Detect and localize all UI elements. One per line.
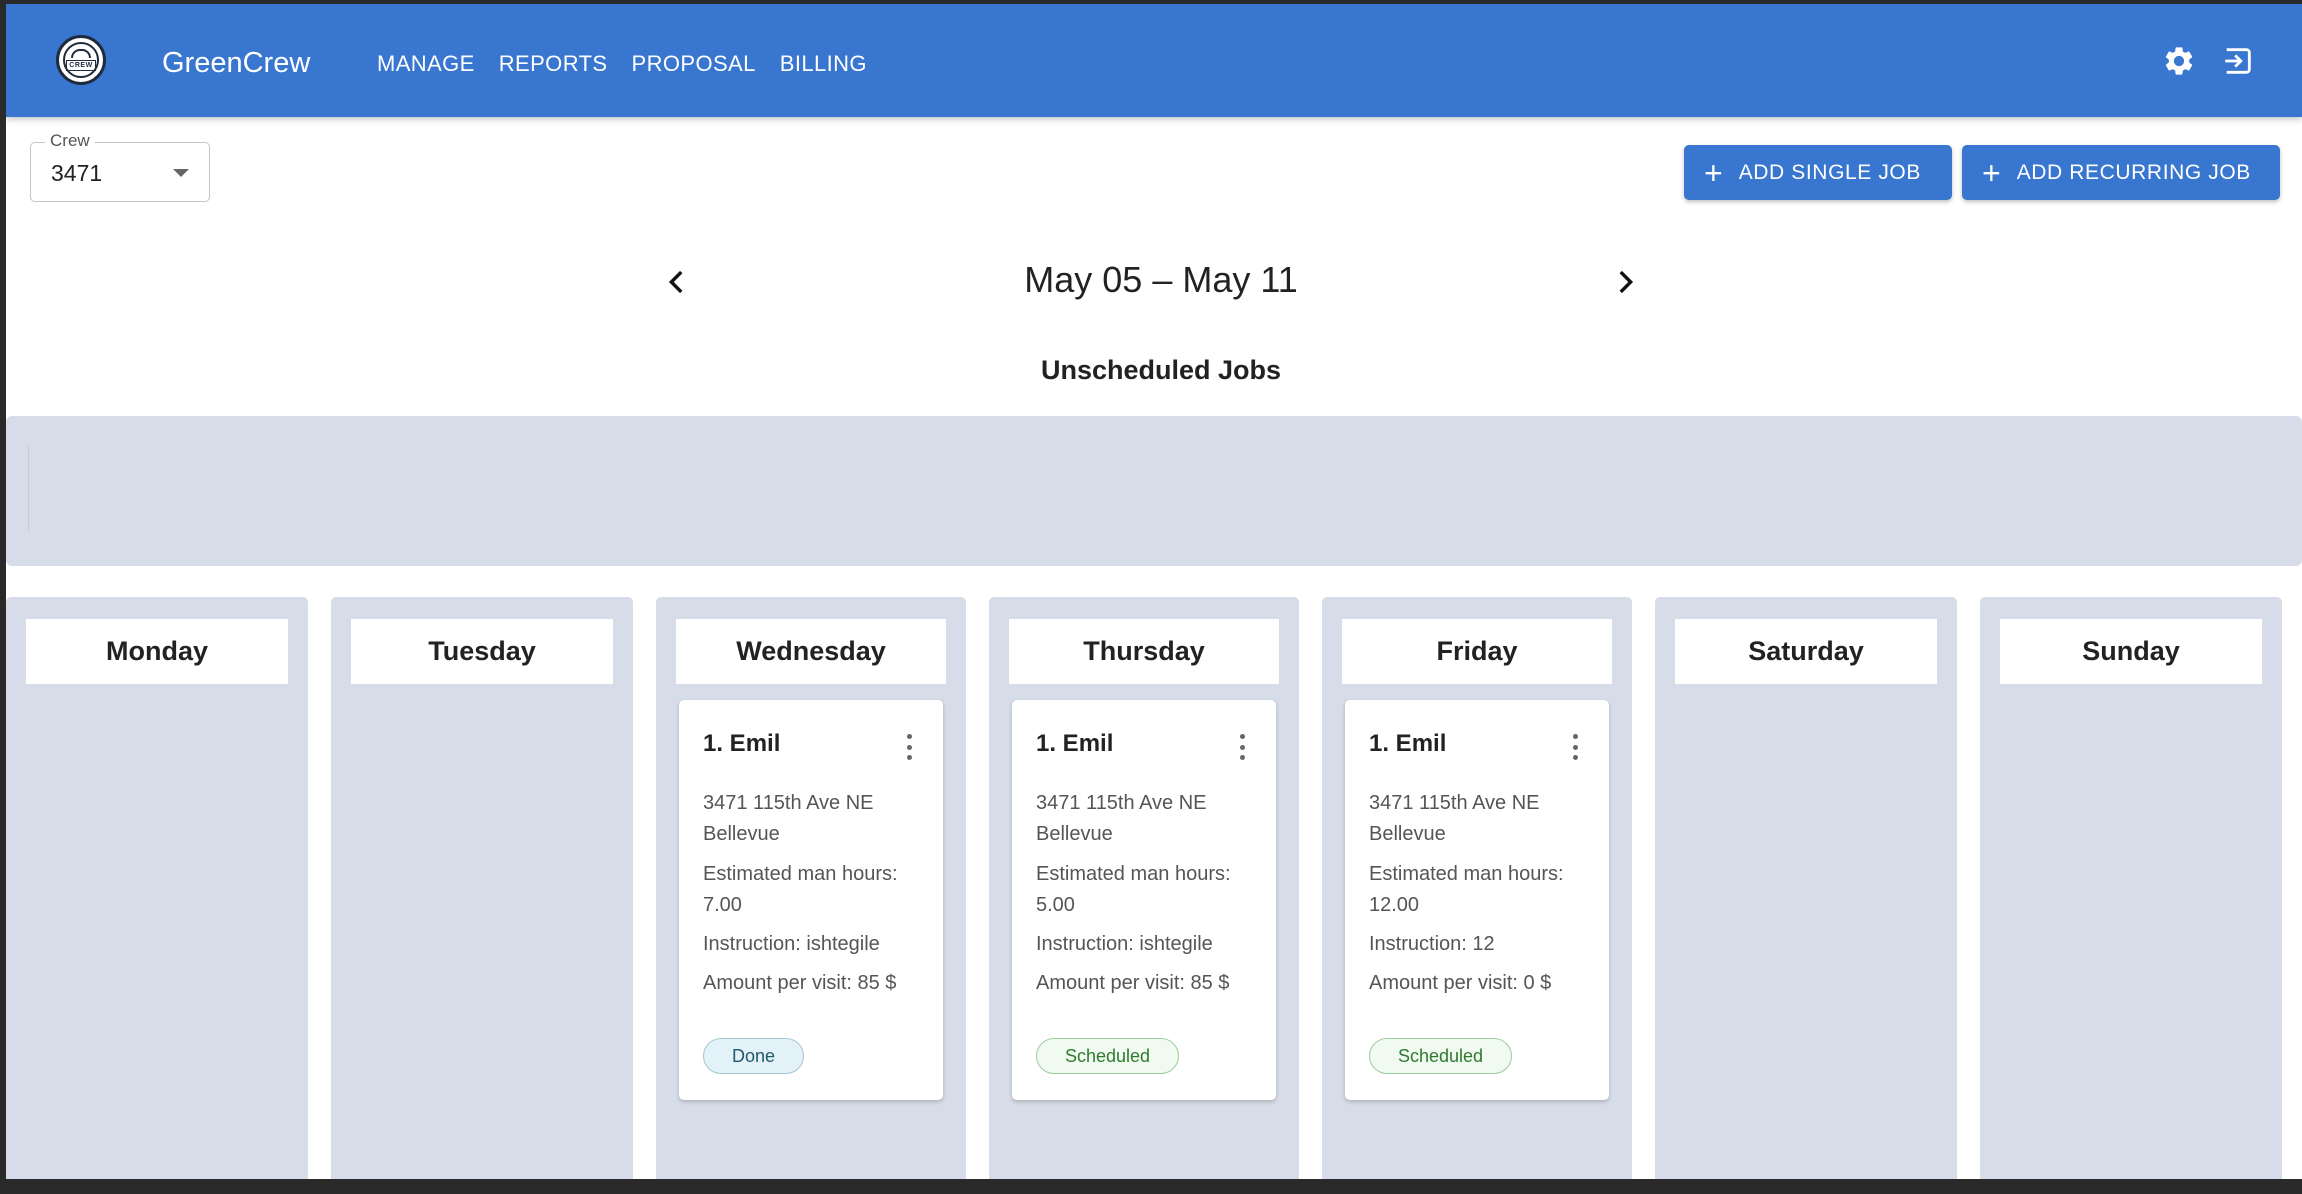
week-range: May 05 – May 11 [1024,259,1298,300]
chevron-left-icon[interactable] [660,262,694,302]
job-hours-value: 5.00 [1036,894,1075,916]
logout-icon[interactable] [2221,44,2255,78]
main-nav: MANAGE REPORTS PROPOSAL BILLING [377,51,867,77]
job-title: 1. Emil [1036,730,1114,757]
plus-icon: + [1704,154,1723,191]
day-header-saturday: Saturday [1675,619,1937,684]
job-address-city: Bellevue [1369,823,1446,845]
job-address-city: Bellevue [703,823,780,845]
nav-manage[interactable]: MANAGE [377,51,475,77]
job-amount: Amount per visit: 85 $ [703,972,897,994]
crew-select[interactable]: Crew 3471 [30,131,210,202]
nav-reports[interactable]: REPORTS [499,51,608,77]
add-single-job-button[interactable]: + ADD SINGLE JOB [1684,145,1952,200]
crew-select-label: Crew [45,131,95,151]
unscheduled-jobs-title: Unscheduled Jobs [1040,355,1282,385]
job-amount: Amount per visit: 85 $ [1036,972,1230,994]
brand-name[interactable]: GreenCrew [162,46,310,80]
day-column-thursday[interactable]: Thursday 1. Emil 3471 115th Ave NE Belle… [989,597,1299,1179]
dropzone-divider [28,446,29,532]
job-card[interactable]: 1. Emil 3471 115th Ave NE Bellevue Estim… [1012,700,1276,1100]
job-hours-label: Estimated man hours: [703,863,898,885]
day-column-sunday[interactable]: Sunday [1980,597,2282,1179]
nav-billing[interactable]: BILLING [780,51,867,77]
job-title: 1. Emil [703,730,781,757]
job-amount: Amount per visit: 0 $ [1369,972,1552,994]
add-recurring-job-button[interactable]: + ADD RECURRING JOB [1962,145,2280,200]
add-recurring-job-label: ADD RECURRING JOB [2016,160,2251,184]
day-header-wednesday: Wednesday [676,619,946,684]
gear-icon[interactable] [2162,44,2196,78]
unscheduled-jobs-dropzone[interactable] [6,416,2302,566]
job-card[interactable]: 1. Emil 3471 115th Ave NE Bellevue Estim… [679,700,943,1100]
day-column-monday[interactable]: Monday [6,597,308,1179]
job-instruction: Instruction: ishtegile [703,933,880,955]
job-instruction: Instruction: 12 [1369,933,1495,955]
status-badge: Scheduled [1369,1038,1513,1074]
job-title: 1. Emil [1369,730,1447,757]
plus-icon: + [1982,154,2001,191]
chevron-right-icon[interactable] [1608,262,1642,302]
day-column-saturday[interactable]: Saturday [1655,597,1957,1179]
job-instruction: Instruction: ishtegile [1036,933,1213,955]
job-hours-label: Estimated man hours: [1369,863,1564,885]
logo-hardhat-icon [71,49,91,58]
logo-icon[interactable]: CREW [56,35,106,85]
app-bar: CREW GreenCrew MANAGE REPORTS PROPOSAL B… [6,4,2302,117]
job-hours-value: 7.00 [703,894,742,916]
logo-text: CREW [66,60,96,71]
job-address-street: 3471 115th Ave NE [1036,792,1207,814]
day-column-friday[interactable]: Friday 1. Emil 3471 115th Ave NE Bellevu… [1322,597,1632,1179]
status-badge: Scheduled [1036,1038,1180,1074]
day-header-friday: Friday [1342,619,1612,684]
app-window: CREW GreenCrew MANAGE REPORTS PROPOSAL B… [6,4,2302,1179]
add-single-job-label: ADD SINGLE JOB [1738,160,1921,184]
more-vert-icon[interactable] [1571,734,1579,760]
job-address-street: 3471 115th Ave NE [703,792,874,814]
crew-select-value: 3471 [51,160,103,186]
job-address-city: Bellevue [1036,823,1113,845]
status-badge: Done [703,1038,805,1074]
day-column-tuesday[interactable]: Tuesday [331,597,633,1179]
more-vert-icon[interactable] [905,734,913,760]
more-vert-icon[interactable] [1238,734,1246,760]
day-header-tuesday: Tuesday [351,619,613,684]
caret-down-icon [173,169,189,177]
job-card[interactable]: 1. Emil 3471 115th Ave NE Bellevue Estim… [1345,700,1609,1100]
job-hours-label: Estimated man hours: [1036,863,1231,885]
nav-proposal[interactable]: PROPOSAL [632,51,756,77]
day-header-thursday: Thursday [1009,619,1279,684]
logo-badge: CREW [63,42,99,78]
day-header-sunday: Sunday [2000,619,2262,684]
job-hours-value: 12.00 [1369,894,1420,916]
job-address-street: 3471 115th Ave NE [1369,792,1540,814]
day-header-monday: Monday [26,619,288,684]
day-column-wednesday[interactable]: Wednesday 1. Emil 3471 115th Ave NE Bell… [656,597,966,1179]
